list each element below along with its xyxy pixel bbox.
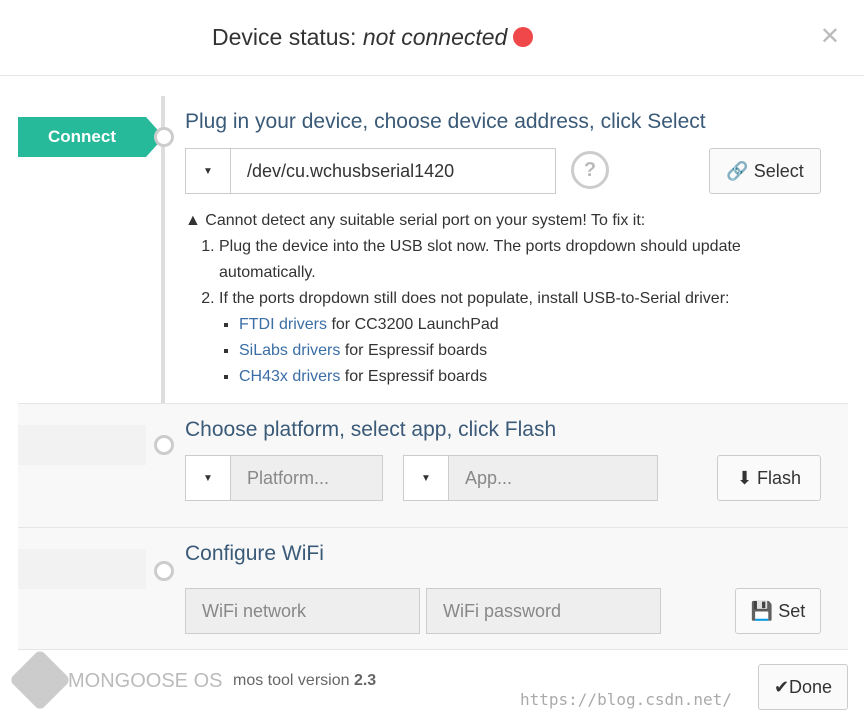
step-heading: Plug in your device, choose device addre…	[185, 110, 706, 133]
close-icon[interactable]: ✕	[820, 22, 840, 51]
step-wifi: Configure WiFi WiFi network WiFi passwor…	[18, 528, 848, 650]
port-input[interactable]: /dev/cu.wchusbserial1420	[230, 148, 556, 194]
ch43x-drivers-link[interactable]: CH43x drivers	[239, 368, 340, 385]
platform-dropdown-toggle[interactable]: ▼	[185, 455, 231, 501]
step-heading: Configure WiFi	[185, 542, 324, 565]
select-button[interactable]: 🔗 Select	[709, 148, 821, 194]
header: Device status: not connected ✕	[0, 0, 864, 76]
mongoose-logo	[8, 648, 72, 712]
step-label-flash	[18, 425, 146, 465]
warning-message: ▲ Cannot detect any suitable serial port…	[185, 208, 779, 390]
platform-select[interactable]: Platform...	[230, 455, 383, 501]
status-indicator	[513, 27, 534, 47]
step-flash: Choose platform, select app, click Flash…	[18, 404, 848, 528]
download-icon: ⬇	[736, 467, 753, 488]
step-node	[154, 127, 174, 147]
step-label-connect: Connect	[18, 117, 164, 157]
footer: MONGOOSE OS mos tool version 2.3 ✔ Done h…	[0, 648, 864, 722]
port-dropdown-toggle[interactable]: ▼	[185, 148, 231, 194]
step-heading: Choose platform, select app, click Flash	[185, 418, 557, 441]
app-select[interactable]: App...	[448, 455, 658, 501]
save-icon: 💾	[750, 600, 774, 621]
warning-icon: ▲	[185, 212, 201, 229]
flash-button[interactable]: ⬇ Flash	[717, 455, 821, 501]
done-button[interactable]: ✔ Done	[758, 664, 848, 710]
set-button[interactable]: 💾 Set	[735, 588, 821, 634]
watermark: https://blog.csdn.net/	[520, 690, 732, 709]
ftdi-drivers-link[interactable]: FTDI drivers	[239, 316, 327, 333]
device-status: Device status: not connected	[212, 24, 534, 51]
help-icon[interactable]: ?	[571, 151, 609, 189]
step-connect: Connect Plug in your device, choose devi…	[18, 96, 848, 404]
wifi-password-input[interactable]: WiFi password	[426, 588, 661, 634]
check-icon: ✔	[773, 676, 790, 697]
silabs-drivers-link[interactable]: SiLabs drivers	[239, 342, 340, 359]
link-icon: 🔗	[726, 160, 749, 181]
step-label-wifi	[18, 549, 146, 589]
version-text: mos tool version 2.3	[233, 672, 377, 689]
brand-name: MONGOOSE OS	[68, 670, 223, 692]
step-node	[154, 561, 174, 581]
wifi-network-input[interactable]: WiFi network	[185, 588, 420, 634]
app-dropdown-toggle[interactable]: ▼	[403, 455, 449, 501]
step-node	[154, 435, 174, 455]
